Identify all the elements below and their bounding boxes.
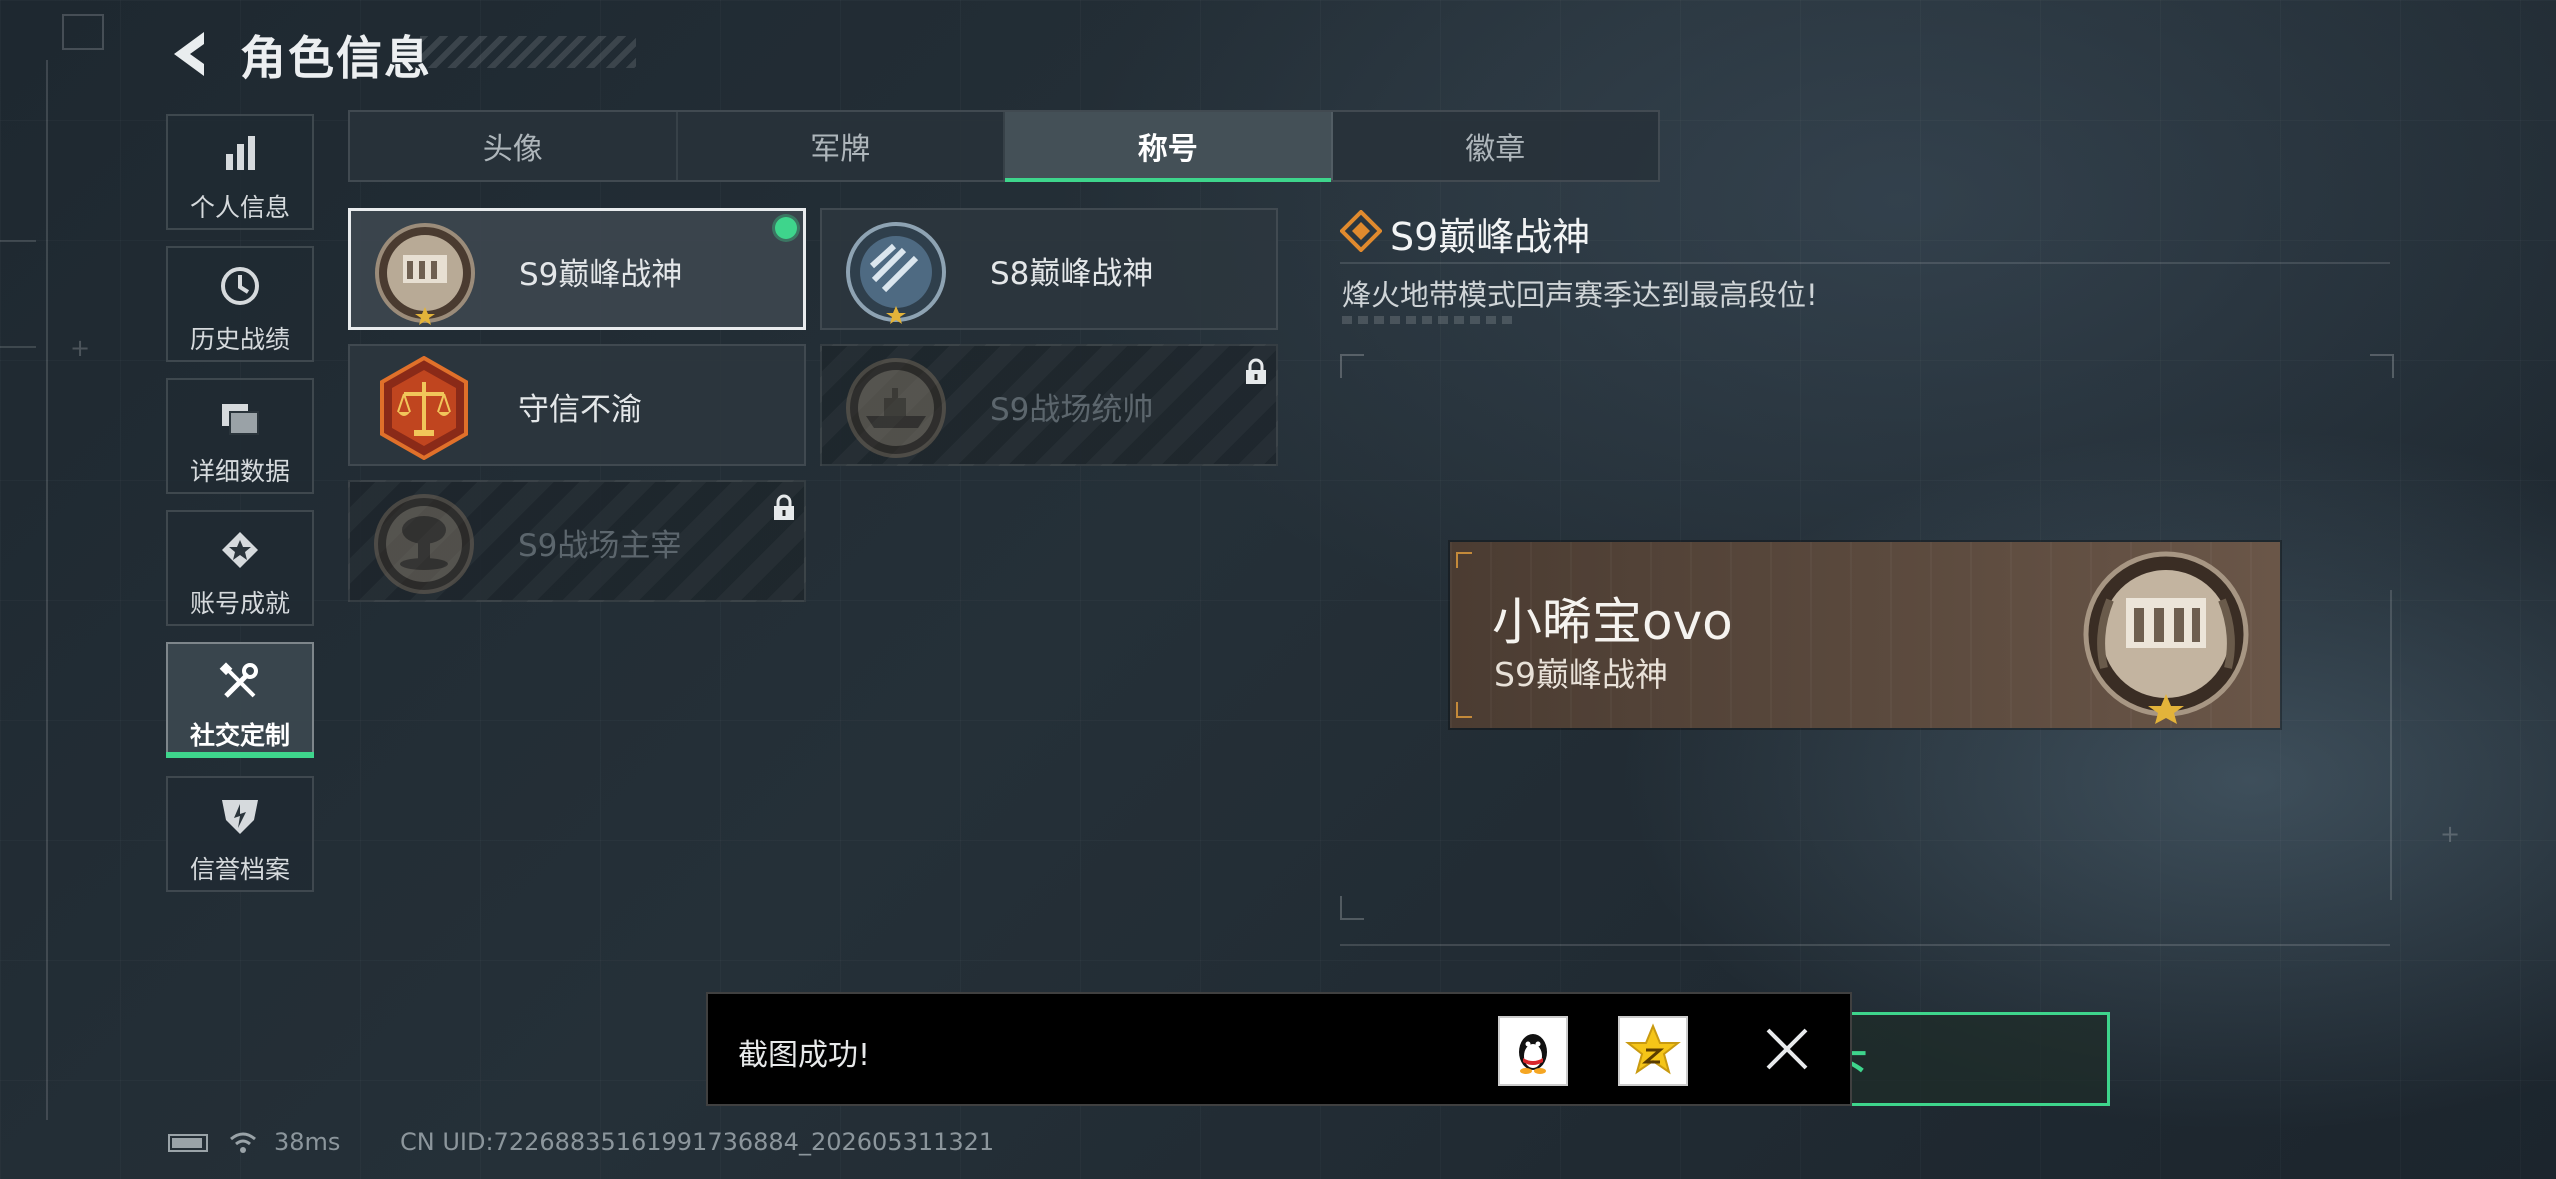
s9-peak-emblem-icon [375,223,475,325]
hud-line [0,240,36,242]
tab-title[interactable]: 称号 [1005,112,1333,182]
diamond-icon [1340,210,1382,252]
hud-line [46,60,48,1120]
qzone-star-icon [1625,1023,1681,1075]
tab-badge[interactable]: 徽章 [1333,112,1659,180]
nameplate-preview: 小晞宝ovo S9巅峰战神 [1450,542,2280,728]
close-icon[interactable] [1762,1024,1812,1074]
sidebar-item-label: 详细数据 [189,457,290,486]
frame-corner [1340,354,1364,378]
title-card-label: 守信不渝 [518,392,642,428]
sidebar-item-profile[interactable]: 个人信息 [166,114,314,230]
frame-corner [1340,896,1364,920]
title-card-label: S9巅峰战神 [519,257,683,293]
hud-line [2390,590,2392,900]
sidebar-item-label: 账号成就 [189,589,290,618]
tools-icon [219,662,258,698]
hud-plus: + [2440,820,2461,848]
share-qq-button[interactable] [1498,1016,1568,1086]
title-card-s8-peak[interactable]: S8巅峰战神 [820,208,1278,330]
tab-bar: 头像 军牌 称号 徽章 [348,110,1660,182]
user-uid: CN UID:7226883516199173688​4_20260531132… [400,1128,995,1156]
page-title: 角色信息 [240,31,432,85]
detail-description: 烽火地带模式回声赛季达到最高段位! [1342,278,1818,312]
tab-avatar[interactable]: 头像 [350,112,678,180]
title-decoration [420,36,636,68]
hud-line [0,346,36,348]
title-card-label: S9战场统帅 [990,392,1154,428]
title-card-trustworthy[interactable]: 守信不渝 [348,344,806,466]
tab-dogtag[interactable]: 军牌 [678,112,1005,180]
share-qzone-button[interactable] [1618,1016,1688,1086]
shield-icon [222,800,258,834]
sidebar-item-details[interactable]: 详细数据 [166,378,314,494]
clock-icon [221,267,259,305]
battery-icon [168,1134,208,1152]
title-card-label: S8巅峰战神 [990,256,1154,292]
corner-mark [62,14,104,50]
title-card-label: S9战场主宰 [518,528,682,564]
back-arrow-icon[interactable] [164,26,220,82]
medal-icon [222,532,258,568]
scales-emblem-icon [380,356,468,460]
lock-icon [774,494,794,520]
screenshot-toast: 截图成功! [706,992,1852,1106]
active-indicator [166,752,314,758]
sidebar-item-label: 个人信息 [189,193,290,222]
warship-emblem-icon [846,358,946,458]
bar-chart-icon [226,136,255,170]
title-card-s9-peak[interactable]: S9巅峰战神 [348,208,806,330]
sidebar-item-reputation[interactable]: 信誉档案 [166,776,314,892]
sidebar-item-social[interactable]: 社交定制 [166,642,314,758]
detail-decoration [1342,316,1512,324]
s9-peak-emblem-icon [2083,551,2249,724]
sidebar-item-label: 历史战绩 [189,325,290,354]
title-card-s9-commander[interactable]: S9战场统帅 [820,344,1278,466]
frame-corner [2370,354,2394,378]
sidebar-item-history[interactable]: 历史战绩 [166,246,314,362]
mushroom-cloud-emblem-icon [374,494,474,594]
wifi-icon [230,1132,256,1153]
s8-peak-emblem-icon [846,222,946,324]
lock-icon [1246,358,1266,384]
player-title: S9巅峰战神 [1494,655,1668,694]
sidebar-item-label: 信誉档案 [189,855,290,884]
folder-icon [222,404,259,435]
title-card-s9-dominator[interactable]: S9战场主宰 [348,480,806,602]
sidebar-item-label: 社交定制 [189,721,290,750]
plate-corner [1456,552,1472,568]
plate-corner [1456,702,1472,718]
sidebar-item-achievements[interactable]: 账号成就 [166,510,314,626]
hud-plus: + [70,334,91,362]
toast-message: 截图成功! [738,1038,871,1073]
equipped-indicator [775,217,797,239]
hud-line [1340,944,2390,946]
detail-title: S9巅峰战神 [1390,215,1591,259]
detail-divider [1340,262,2390,264]
qq-penguin-icon [1519,1034,1547,1074]
player-name: 小晞宝ovo [1492,593,1733,651]
ping-value: 38ms [274,1128,341,1156]
